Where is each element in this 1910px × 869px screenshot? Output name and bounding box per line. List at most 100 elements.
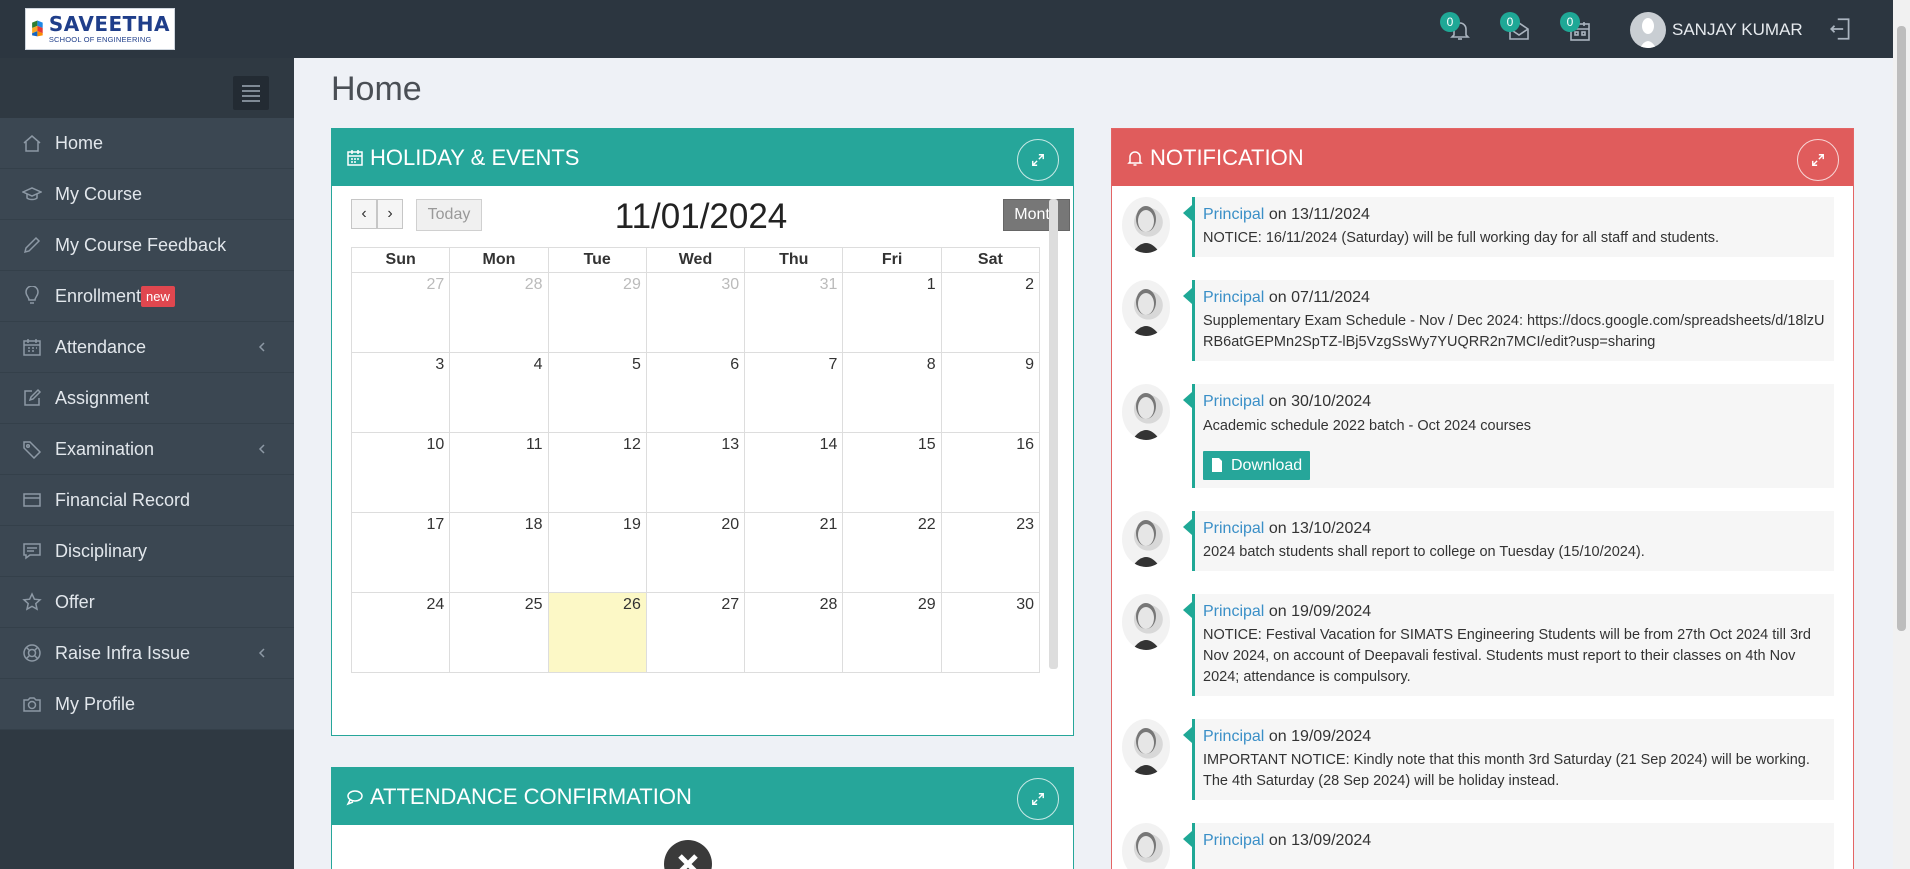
- author-link[interactable]: Principal: [1203, 832, 1264, 849]
- calendar-prev-button[interactable]: ‹: [351, 199, 377, 229]
- calendar-day[interactable]: 31: [744, 272, 844, 353]
- user-name: SANJAY KUMAR: [1672, 20, 1803, 39]
- expand-icon: [1812, 154, 1824, 166]
- tag-icon: [23, 441, 42, 459]
- author-link[interactable]: Principal: [1203, 520, 1264, 537]
- attendance-confirmation-panel: ATTENDANCE CONFIRMATION: [331, 767, 1074, 869]
- calendar-day[interactable]: 18: [449, 512, 549, 593]
- notification-text: IMPORTANT NOTICE: Kindly note that this …: [1203, 752, 1810, 790]
- calendar-next-button[interactable]: ›: [377, 199, 403, 229]
- calendar-month-view-button[interactable]: Month: [1003, 199, 1070, 231]
- notification-title: NOTIFICATION: [1150, 144, 1304, 170]
- calendar-day-today[interactable]: 26: [547, 592, 647, 673]
- author-link[interactable]: Principal: [1203, 603, 1264, 620]
- calendar-day[interactable]: 15: [842, 432, 942, 513]
- calendar-day[interactable]: 29: [547, 272, 647, 353]
- calendar-day[interactable]: 16: [940, 432, 1041, 513]
- calendar-day[interactable]: 1: [842, 272, 942, 353]
- calendar-day[interactable]: 3: [350, 352, 451, 433]
- person-photo-icon: [1136, 832, 1156, 859]
- sidebar-item-enrollment[interactable]: Enrollment new: [0, 271, 294, 322]
- calendar-day[interactable]: 30: [645, 272, 746, 353]
- calendar-day[interactable]: 14: [744, 432, 844, 513]
- user-menu[interactable]: SANJAY KUMAR: [1630, 12, 1803, 48]
- calendar-day[interactable]: 12: [547, 432, 647, 513]
- calendar-day[interactable]: 27: [645, 592, 746, 673]
- author-link[interactable]: Principal: [1203, 206, 1264, 223]
- calendar-day[interactable]: 7: [744, 352, 844, 433]
- sidebar-item-my-profile[interactable]: My Profile: [0, 679, 294, 730]
- author-link[interactable]: Principal: [1203, 289, 1264, 306]
- sidebar-item-label: Raise Infra Issue: [55, 642, 191, 663]
- sidebar-item-attendance[interactable]: Attendance: [0, 322, 294, 373]
- expand-events-button[interactable]: [1017, 139, 1059, 181]
- calendar-day[interactable]: 30: [940, 592, 1041, 673]
- notification-item: Principal on 13/09/2024: [1122, 823, 1834, 869]
- sidebar-item-assignment[interactable]: Assignment: [0, 373, 294, 424]
- calendar-day[interactable]: 6: [645, 352, 746, 433]
- sidebar-item-my-course-feedback[interactable]: My Course Feedback: [0, 220, 294, 271]
- sidebar-item-offer[interactable]: Offer: [0, 577, 294, 628]
- calendar-day[interactable]: 5: [547, 352, 647, 433]
- author-avatar: [1122, 384, 1170, 441]
- sidebar-item-disciplinary[interactable]: Disciplinary: [0, 526, 294, 577]
- author-avatar: [1122, 823, 1170, 869]
- person-photo-icon: [1132, 519, 1160, 567]
- calendar-day[interactable]: 28: [449, 272, 549, 353]
- notification-content: Principal on 07/11/2024 Supplementary Ex…: [1183, 280, 1834, 362]
- calendar-day[interactable]: 22: [842, 512, 942, 593]
- calendar-day[interactable]: 17: [350, 512, 451, 593]
- star-icon: [22, 592, 42, 611]
- calendar-day[interactable]: 4: [449, 352, 549, 433]
- calendar-day[interactable]: 8: [842, 352, 942, 433]
- expand-notification-button[interactable]: [1797, 139, 1839, 181]
- logo[interactable]: SAVEETHA SCHOOL OF ENGINEERING: [25, 8, 175, 50]
- messages-button[interactable]: 0: [1500, 12, 1532, 44]
- page-scrollbar-thumb[interactable]: [1897, 26, 1906, 631]
- calendar-scrollbar[interactable]: [1049, 199, 1058, 669]
- on-text: on: [1268, 603, 1287, 621]
- sidebar-item-examination[interactable]: Examination: [0, 424, 294, 475]
- author-link[interactable]: Principal: [1203, 728, 1264, 745]
- sidebar-toggle-button[interactable]: [233, 76, 269, 110]
- sidebar-item-my-course[interactable]: My Course: [0, 169, 294, 220]
- comment-icon: [23, 543, 41, 560]
- notification-text: Academic schedule 2022 batch - Oct 2024 …: [1203, 417, 1532, 434]
- download-button[interactable]: Download: [1203, 450, 1311, 480]
- notifications-count-badge: 0: [1440, 12, 1460, 32]
- calendar-day[interactable]: 24: [350, 592, 451, 673]
- expand-attendance-button[interactable]: [1017, 778, 1059, 820]
- pencil-icon: [23, 236, 41, 254]
- calendar-day[interactable]: 25: [449, 592, 549, 673]
- calendar-day[interactable]: 23: [940, 512, 1041, 593]
- calendar-day[interactable]: 27: [350, 272, 451, 353]
- page-scrollbar[interactable]: [1893, 0, 1910, 869]
- sidebar-item-financial-record[interactable]: Financial Record: [0, 475, 294, 526]
- notifications-button[interactable]: 0: [1440, 12, 1472, 44]
- sidebar-item-home[interactable]: Home: [0, 118, 294, 169]
- notification-text: Supplementary Exam Schedule - Nov / Dec …: [1203, 313, 1825, 351]
- calendar-day[interactable]: 19: [547, 512, 647, 593]
- calendar-day[interactable]: 10: [350, 432, 451, 513]
- calendar-today-button[interactable]: Today: [416, 199, 482, 231]
- calendar-title: 11/01/2024: [614, 197, 788, 236]
- hamburger-line: [242, 84, 260, 87]
- calendar-day[interactable]: 28: [744, 592, 844, 673]
- calendar-day[interactable]: 2: [940, 272, 1041, 353]
- calendar-day[interactable]: 21: [744, 512, 844, 593]
- calendar-day[interactable]: 29: [842, 592, 942, 673]
- tasks-button[interactable]: 0: [1560, 12, 1592, 44]
- notification-panel: NOTIFICATION Principal on 13/11/2024 NOT…: [1111, 128, 1854, 869]
- calendar-day[interactable]: 20: [645, 512, 746, 593]
- holiday-events-title: HOLIDAY & EVENTS: [370, 144, 580, 170]
- calendar-day[interactable]: 11: [449, 432, 549, 513]
- person-photo-icon: [1132, 393, 1160, 441]
- home-icon: [23, 135, 41, 152]
- calendar-day[interactable]: 9: [940, 352, 1041, 433]
- sidebar-item-raise-infra-issue[interactable]: Raise Infra Issue: [0, 628, 294, 679]
- author-link[interactable]: Principal: [1203, 393, 1264, 410]
- calendar-day[interactable]: 13: [645, 432, 746, 513]
- notification-content: Principal on 13/09/2024: [1183, 823, 1834, 869]
- logout-icon[interactable]: [1828, 16, 1854, 42]
- notification-text: NOTICE: Festival Vacation for SIMATS Eng…: [1203, 627, 1811, 686]
